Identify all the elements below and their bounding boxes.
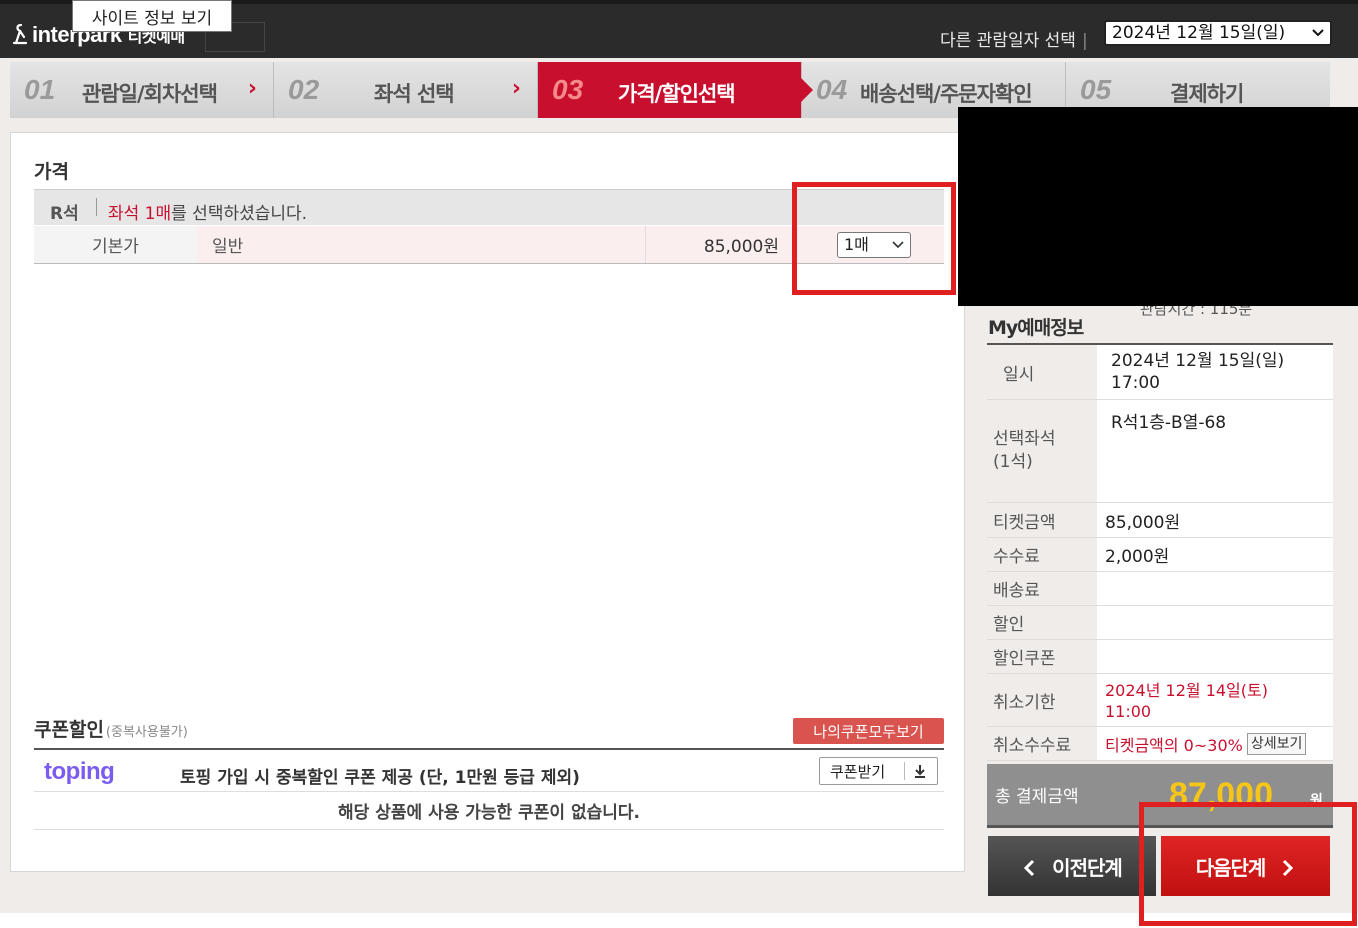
total-label: 총 결제금액 [995,787,1079,807]
chevron-left-icon [1024,859,1035,876]
step-label: 배송선택/주문자확인 [860,82,1033,106]
my-booking-info-title: My예매정보 [988,317,1084,339]
site-info-tooltip: 사이트 정보 보기 [72,0,232,32]
booking-page: interpark 티켓예매 다른 관람일자 선택 | 2024년 12월 15일(… [0,0,1358,928]
step-label: 결제하기 [1170,82,1244,106]
summary-row-ticket-price: 티켓금액 85,000원 [987,503,1333,538]
ticket-amount: 85,000원 [1097,503,1333,537]
divider [904,762,905,780]
step-number: 01 [24,74,56,105]
summary-row-coupon: 할인쿠폰 [987,640,1333,674]
step-3[interactable]: 03 가격/할인선택 [538,62,813,118]
cancel-fee-value: 티켓금액의 0~30% 상세보기 [1097,727,1333,760]
chevron-down-icon [1312,29,1324,37]
summary-label: 티켓금액 [993,512,1056,533]
summary-label: 할인쿠폰 [993,649,1056,669]
seat-grade: R석 [50,204,79,224]
selected-seat-count: 좌석 1매 [108,204,172,224]
step-1[interactable]: 01 관람일/회차선택 › [10,62,274,118]
selection-message-rest: 를 선택하셨습니다. [171,204,308,224]
divider [96,198,97,216]
booking-summary-table: 일시 2024년 12월 15일(일) 17:00 선택좌석 (1석) R석1층… [987,343,1333,761]
date-select[interactable]: 2024년 12월 15일(일) [1104,20,1332,46]
coupon-note: (중복사용불가) [105,725,188,740]
summary-row-cancel-deadline: 취소기한 2024년 12월 14일(토) 11:00 [987,674,1333,727]
summary-label: 일시 [1003,364,1035,385]
previous-step-label: 이전단계 [1052,855,1123,880]
summary-row-delivery: 배송료 [987,572,1333,606]
cancel-deadline-time: 11:00 [1105,702,1152,721]
summary-row-discount: 할인 [987,606,1333,640]
other-date-label-text: 다른 관람일자 선택 [940,31,1076,51]
cancel-deadline-value: 2024년 12월 14일(토) 11:00 [1097,674,1333,726]
summary-label: 수수료 [993,547,1040,567]
summary-row-datetime: 일시 2024년 12월 15일(일) 17:00 [987,345,1333,400]
booking-time: 17:00 [1111,373,1160,393]
toping-promo-text: 토핑 가입 시 중복할인 쿠폰 제공 (단, 1만원 등급 제외) [180,768,580,788]
highlight-frame-next [1139,802,1357,926]
seat-label: 선택좌석 [993,429,1056,449]
get-coupon-label: 쿠폰받기 [830,762,886,781]
step-2[interactable]: 02 좌석 선택 › [274,62,538,118]
discount-amount [1097,606,1333,639]
summary-label: 할인 [993,615,1025,635]
no-coupon-message: 해당 상품에 사용 가능한 쿠폰이 없습니다. [34,792,944,830]
step-number: 02 [288,74,320,105]
step-number: 04 [816,74,848,105]
summary-label: 취소수수료 [993,736,1072,756]
view-my-coupons-button[interactable]: 나의쿠폰모두보기 [793,718,944,744]
summary-label: 선택좌석 (1석) [987,400,1097,502]
fee-amount: 2,000원 [1097,538,1333,571]
step-label: 관람일/회차선택 [82,82,218,106]
chevron-right-icon: › [511,76,521,101]
divider: | [1081,31,1088,51]
previous-step-button[interactable]: 이전단계 [988,836,1156,896]
step-label: 가격/할인선택 [618,82,736,106]
summary-label: 배송료 [993,581,1040,601]
highlight-frame-quantity [792,182,956,295]
ticket-type: 일반 [197,226,645,263]
toping-coupon-row: toping 토핑 가입 시 중복할인 쿠폰 제공 (단, 1만원 등급 제외)… [34,750,944,792]
summary-row-seat: 선택좌석 (1석) R석1층-B열-68 [987,400,1333,503]
summary-row-fee: 수수료 2,000원 [987,538,1333,572]
coupon-amount [1097,640,1333,673]
coupon-section-title: 쿠폰할인 (중복사용불가) [34,715,188,742]
download-icon [915,765,925,778]
seat-count: (1석) [993,452,1033,472]
seat-value: R석1층-B열-68 [1097,400,1333,502]
base-price-label: 기본가 [34,226,197,263]
summary-value: 2024년 12월 15일(일) 17:00 [1097,345,1333,399]
selection-message: 좌석 1매를 선택하셨습니다. [108,199,307,224]
cancel-fee-text: 티켓금액의 0~30% [1105,735,1243,755]
coupon-title-text: 쿠폰할인 [34,719,104,741]
step-number: 05 [1080,74,1112,105]
get-coupon-button[interactable]: 쿠폰받기 [819,757,938,785]
toping-logo: toping [44,758,115,785]
cancel-deadline-date: 2024년 12월 14일(토) [1105,681,1268,700]
interpark-logo-icon [12,23,28,45]
summary-row-cancel-fee: 취소수수료 티켓금액의 0~30% 상세보기 [987,727,1333,761]
ticket-price: 85,000원 [645,226,785,263]
step-number: 03 [552,74,584,105]
price-section-title: 가격 [34,161,69,183]
delivery-amount [1097,572,1333,605]
other-date-label: 다른 관람일자 선택 | [940,26,1088,51]
date-select-value: 2024년 12월 15일(일) [1112,23,1286,43]
booking-date: 2024년 12월 15일(일) [1111,351,1285,371]
redacted-area [958,107,1358,306]
chevron-right-icon: › [247,76,257,101]
summary-label: 취소기한 [993,692,1056,713]
step-label: 좌석 선택 [374,82,455,106]
cancel-fee-detail-button[interactable]: 상세보기 [1246,732,1307,755]
